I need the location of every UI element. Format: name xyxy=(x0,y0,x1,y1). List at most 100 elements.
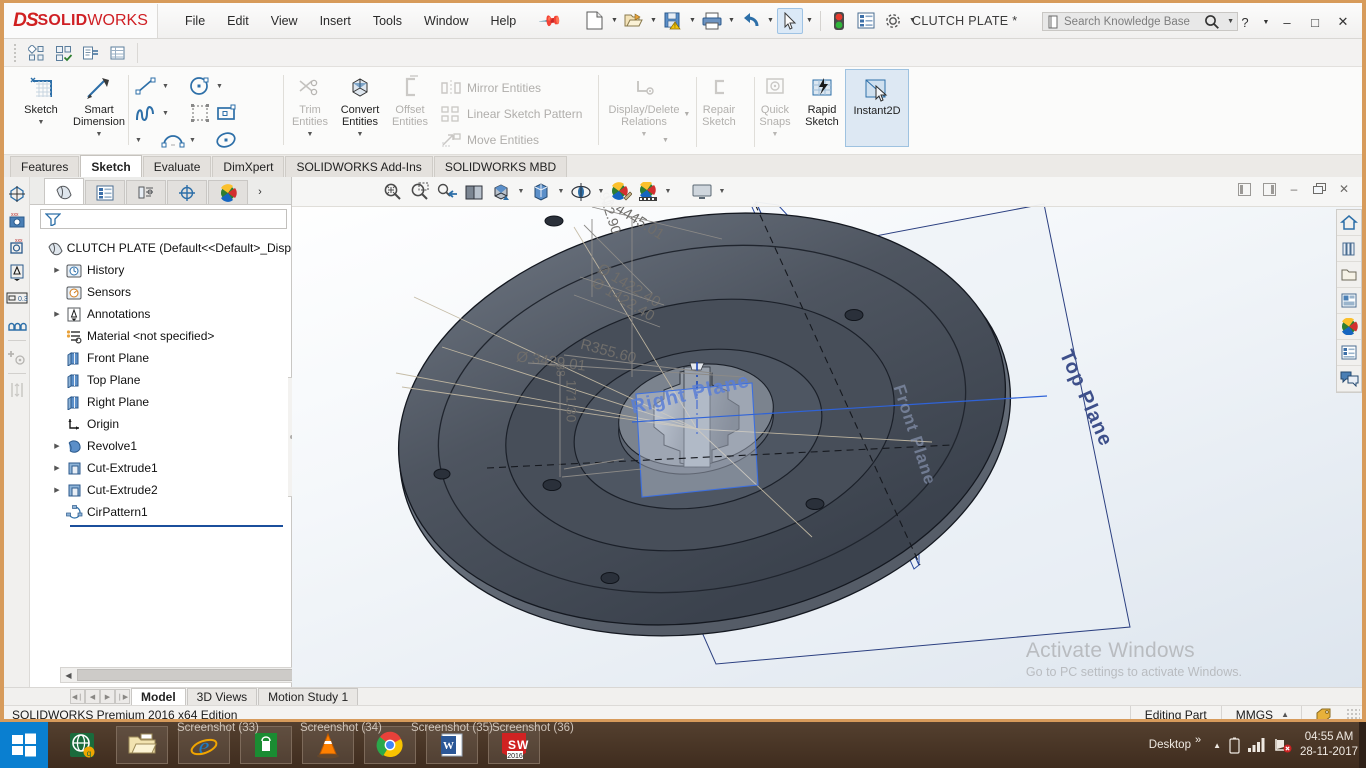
printer-icon[interactable] xyxy=(699,8,725,34)
menu-insert[interactable]: Insert xyxy=(309,8,362,34)
show-desktop-button[interactable] xyxy=(1359,722,1366,768)
property-manager-tab[interactable] xyxy=(85,180,125,204)
tree-item-right-plane[interactable]: Right Plane xyxy=(34,391,291,413)
feature-tree-filter[interactable] xyxy=(40,209,287,229)
traffic-light-icon[interactable] xyxy=(826,8,852,34)
apply-scene-caret[interactable]: ▼ xyxy=(662,179,674,205)
tag-icon[interactable] xyxy=(1301,706,1346,723)
convert-entities-button[interactable]: Convert Entities ▼ xyxy=(334,69,386,138)
gear-icon[interactable] xyxy=(880,8,906,34)
status-units[interactable]: MMGS xyxy=(1221,706,1277,723)
equations-icon[interactable] xyxy=(78,41,103,65)
pin-icon[interactable]: 📌 xyxy=(538,8,564,34)
status-units-caret[interactable]: ▲ xyxy=(1277,710,1301,719)
section-view-icon[interactable] xyxy=(4,377,30,403)
undo-arrow-icon[interactable] xyxy=(738,8,764,34)
tab-dimxpert[interactable]: DimXpert xyxy=(212,156,284,177)
tab-sketch[interactable]: Sketch xyxy=(80,155,141,177)
appearance-icon[interactable] xyxy=(4,311,30,337)
first-tab-button[interactable]: ◀❘ xyxy=(70,689,85,704)
taskbar-clock[interactable]: 04:55 AM 28-11-2017 xyxy=(1300,730,1358,760)
minimize-button[interactable]: – xyxy=(1274,11,1300,33)
expand-arrow-icon[interactable]: ▶ xyxy=(50,464,64,472)
annotation-display-icon[interactable] xyxy=(4,259,30,285)
display-style-caret[interactable]: ▼ xyxy=(555,179,567,205)
expand-arrow-icon[interactable]: ▶ xyxy=(50,486,64,494)
new-file-caret[interactable]: ▼ xyxy=(609,9,620,33)
network-error-icon[interactable] xyxy=(1274,738,1292,753)
configuration-manager-tab[interactable] xyxy=(126,180,166,204)
custom-properties-icon[interactable] xyxy=(1337,340,1361,366)
apply-scene-icon[interactable] xyxy=(635,179,661,205)
expand-arrow-icon[interactable]: ▶ xyxy=(50,310,64,318)
signal-bars-icon[interactable] xyxy=(1248,738,1266,752)
view-orientation-caret[interactable]: ▼ xyxy=(515,179,527,205)
solidworks-forum-icon[interactable] xyxy=(1337,366,1361,392)
trim-entities-button[interactable]: Trim Entities ▼ xyxy=(286,69,334,138)
cursor-arrow-icon[interactable] xyxy=(777,8,803,34)
minimize-icon[interactable]: – xyxy=(1284,180,1304,198)
file-explorer-icon[interactable] xyxy=(1337,262,1361,288)
tree-item-history[interactable]: ▶ History xyxy=(34,259,291,281)
hide-show-items-caret[interactable]: ▼ xyxy=(595,179,607,205)
view-settings-icon[interactable] xyxy=(689,179,715,205)
circle-icon[interactable] xyxy=(186,73,213,99)
select-caret[interactable]: ▼ xyxy=(804,9,815,33)
open-folder-caret[interactable]: ▼ xyxy=(648,9,659,33)
last-tab-button[interactable]: ❘▶ xyxy=(115,689,130,704)
restore-left-icon[interactable] xyxy=(1234,180,1254,198)
display-manager-tab[interactable] xyxy=(208,180,248,204)
appearances-scenes-icon[interactable] xyxy=(1337,314,1361,340)
next-tab-button[interactable]: ▶ xyxy=(100,689,115,704)
restore-right-icon[interactable] xyxy=(1259,180,1279,198)
graphics-area[interactable]: Ø 4445.01 912.90 Ø 1422.40 Ø 1422.40 R35… xyxy=(292,177,1362,687)
tab-solidworks-addins[interactable]: SOLIDWORKS Add-Ins xyxy=(285,156,432,177)
ellipse-icon[interactable] xyxy=(213,127,240,153)
sketch-pattern-icon[interactable] xyxy=(24,41,49,65)
close-icon[interactable]: ✕ xyxy=(1334,180,1354,198)
view-settings-caret[interactable]: ▼ xyxy=(716,179,728,205)
feature-tree-tab[interactable] xyxy=(44,178,84,204)
arc-caret[interactable]: ▼ xyxy=(186,127,199,153)
menu-view[interactable]: View xyxy=(260,8,309,34)
view-orientation-icon[interactable] xyxy=(4,181,30,207)
hide-show-items-icon[interactable]: xxx xyxy=(4,207,30,233)
tree-item-material[interactable]: Material <not specified> xyxy=(34,325,291,347)
tab-evaluate[interactable]: Evaluate xyxy=(143,156,212,177)
home-resources-icon[interactable] xyxy=(1337,210,1361,236)
display-delete-relations-button[interactable]: Display/Delete Relations ▼ xyxy=(602,69,686,138)
scroll-left-arrow-icon[interactable]: ◀ xyxy=(61,671,76,680)
properties-list-icon[interactable] xyxy=(853,8,879,34)
undo-caret[interactable]: ▼ xyxy=(765,9,776,33)
search-input-placeholder[interactable]: Search Knowledge Base xyxy=(1064,16,1190,28)
display-state-icon[interactable]: 0.3 xyxy=(4,285,30,311)
save-warning-icon[interactable]: ! xyxy=(660,8,686,34)
clutch-plate-model[interactable] xyxy=(292,177,1362,687)
rectangle-icon[interactable] xyxy=(213,100,240,126)
tree-item-cut-extrude2[interactable]: ▶ Cut-Extrude2 xyxy=(34,479,291,501)
rapid-sketch-button[interactable]: Rapid Sketch xyxy=(798,69,846,128)
battery-icon[interactable] xyxy=(1229,737,1240,754)
menu-tools[interactable]: Tools xyxy=(362,8,413,34)
tab-motion-study-1[interactable]: Motion Study 1 xyxy=(258,688,358,705)
arc-icon[interactable] xyxy=(159,127,186,153)
tree-item-origin[interactable]: Origin xyxy=(34,413,291,435)
tree-item-cut-extrude1[interactable]: ▶ Cut-Extrude1 xyxy=(34,457,291,479)
help-caret[interactable]: ▼ xyxy=(1260,11,1272,33)
new-file-icon[interactable] xyxy=(582,8,608,34)
menu-help[interactable]: Help xyxy=(480,8,528,34)
display-style-icon[interactable] xyxy=(528,179,554,205)
sketch-dropdown[interactable]: ▼ xyxy=(38,119,45,126)
restore-icon[interactable] xyxy=(1309,180,1329,198)
offset-entities-button[interactable]: Offset Entities xyxy=(386,69,434,128)
tree-item-part[interactable]: CLUTCH PLATE (Default<<Default>_Disp xyxy=(34,237,291,259)
status-resize-grip[interactable] xyxy=(1346,708,1360,722)
design-library-icon[interactable] xyxy=(1337,236,1361,262)
tab-features[interactable]: Features xyxy=(10,156,79,177)
rectangle-caret[interactable]: ▼ xyxy=(132,127,145,153)
feature-tree-hscrollbar[interactable]: ◀ ▶ xyxy=(60,667,312,683)
tray-chevron-icon[interactable]: » xyxy=(1195,734,1201,746)
instant2d-button[interactable]: Instant2D xyxy=(846,70,908,146)
zoom-to-area-icon[interactable] xyxy=(407,179,433,205)
smart-dimension-dropdown[interactable]: ▼ xyxy=(96,131,103,138)
